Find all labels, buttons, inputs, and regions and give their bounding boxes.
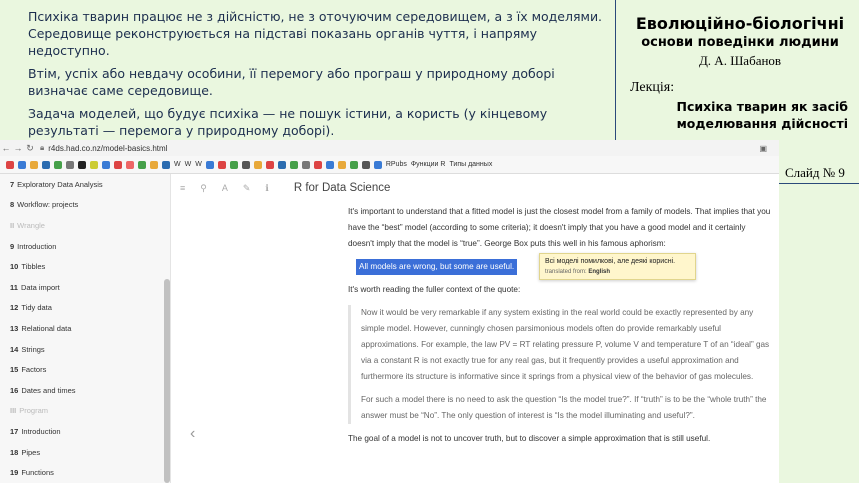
- bookmark-icon[interactable]: [241, 160, 250, 169]
- bookmark-w-1[interactable]: W: [174, 161, 181, 168]
- sidebar-item-data-import[interactable]: 11 Data import: [0, 277, 170, 298]
- highlighted-quote[interactable]: All models are wrong, but some are usefu…: [356, 259, 518, 275]
- bookmark-funktsii-r[interactable]: Функции R: [411, 161, 446, 168]
- bookmark-icon[interactable]: [138, 160, 146, 169]
- bookmark-icon[interactable]: [114, 160, 122, 169]
- address-bar: ← → ↻ 🔒︎ r4ds.had.co.nz/model-basics.htm…: [0, 140, 779, 156]
- bookmark-icon[interactable]: [301, 160, 310, 169]
- translation-tooltip: Всі моделі помилкові, але деякі корисні.…: [539, 253, 696, 280]
- bookmark-rpubs[interactable]: RPubs: [386, 161, 407, 168]
- bookmark-icon[interactable]: [373, 160, 382, 169]
- bookmark-icon[interactable]: [313, 160, 322, 169]
- extension-icon[interactable]: ▣: [759, 144, 767, 153]
- bookmark-icon[interactable]: [217, 160, 226, 169]
- slide-body-text: Психіка тварин працює не з дійсністю, не…: [28, 8, 608, 145]
- bookmark-icon[interactable]: [337, 160, 346, 169]
- info-icon[interactable]: ℹ: [265, 183, 268, 194]
- quote-paragraph-2: For such a model there is no need to ask…: [361, 395, 767, 420]
- bookmarks-bar: W W W RPubs Функции R Типы данных: [0, 156, 779, 174]
- book-sidebar: 7 Exploratory Data Analysis 8 Workflow: pr…: [0, 174, 171, 483]
- bookmark-icon[interactable]: [6, 160, 14, 169]
- bookmark-icon[interactable]: [150, 160, 158, 169]
- edit-icon[interactable]: ✎: [243, 183, 251, 194]
- bookmark-icon[interactable]: [277, 160, 286, 169]
- content-paragraph-2: It's worth reading the fuller context of…: [348, 285, 521, 294]
- content-paragraph-3: The goal of a model is not to uncover tr…: [348, 434, 711, 443]
- sidebar-item-pipes[interactable]: 18 Pipes: [0, 442, 170, 463]
- search-icon[interactable]: ⚲: [200, 183, 207, 194]
- bookmark-typy-dannykh[interactable]: Типы данных: [449, 161, 492, 168]
- tooltip-from-label: translated from:: [545, 269, 587, 275]
- bookmark-icon[interactable]: [54, 160, 62, 169]
- divider-horizontal: [779, 183, 859, 184]
- book-title: R for Data Science: [293, 182, 391, 194]
- url-input[interactable]: r4ds.had.co.nz/model-basics.html: [48, 144, 167, 153]
- bookmark-w-2[interactable]: W: [185, 161, 192, 168]
- bookmark-icon[interactable]: [42, 160, 50, 169]
- previous-page-icon[interactable]: ‹: [190, 425, 195, 443]
- sidebar-section-program: III Program: [10, 406, 49, 416]
- content-paragraph-1: It's important to understand that a fitt…: [348, 207, 771, 248]
- book-content: It's important to understand that a fitt…: [348, 204, 773, 454]
- tooltip-from-lang: English: [588, 269, 611, 275]
- bookmark-icon[interactable]: [126, 160, 134, 169]
- tooltip-translation: Всі моделі помилкові, але деякі корисні.: [545, 258, 676, 265]
- course-title-block: Еволюційно-біологічні основи поведінки л…: [626, 14, 854, 69]
- bookmark-icon[interactable]: [90, 160, 98, 169]
- back-icon[interactable]: ←: [0, 143, 12, 153]
- sidebar-section-wrangle: II Wrangle: [10, 220, 45, 230]
- sidebar-item-dates-and-times[interactable]: 16 Dates and times: [0, 380, 170, 401]
- bookmark-icon[interactable]: [30, 160, 38, 169]
- sidebar-item-introduction[interactable]: 9 Introduction: [0, 236, 170, 257]
- bookmark-icon[interactable]: [253, 160, 262, 169]
- bookmark-icon[interactable]: [18, 160, 26, 169]
- lecture-title: Психіка тварин як засіб моделювання дійс…: [676, 99, 848, 131]
- course-subtitle: основи поведінки людини: [641, 35, 839, 50]
- author-name: Д. А. Шабанов: [698, 53, 782, 68]
- bookmark-icon[interactable]: [265, 160, 274, 169]
- sidebar-item-strings[interactable]: 14 Strings: [0, 339, 170, 360]
- course-title: Еволюційно-біологічні: [635, 14, 845, 33]
- sidebar-item-exploratory-data-analysis[interactable]: 7 Exploratory Data Analysis: [0, 174, 170, 195]
- bookmark-icon[interactable]: [361, 160, 370, 169]
- book-toolbar: ≡ ⚲ A ✎ ℹ R for Data Science: [180, 180, 390, 196]
- sidebar-item-tibbles[interactable]: 10 Tibbles: [0, 256, 170, 277]
- bookmark-icon[interactable]: [349, 160, 358, 169]
- quote-paragraph-1: Now it would be very remarkable if any s…: [361, 308, 770, 381]
- sidebar-scrollbar[interactable]: [164, 279, 170, 483]
- lecture-label: Лекція:: [630, 80, 675, 95]
- sidebar-item-relational-data[interactable]: 13 Relational data: [0, 318, 170, 339]
- bookmark-icon[interactable]: [66, 160, 74, 169]
- sidebar-item-factors[interactable]: 15 Factors: [0, 359, 170, 380]
- sidebar-item-tidy-data[interactable]: 12 Tidy data: [0, 298, 170, 319]
- divider-vertical: [615, 0, 616, 140]
- sidebar-item-workflow-projects[interactable]: 8 Workflow: projects: [0, 195, 170, 216]
- bookmark-icon[interactable]: [229, 160, 238, 169]
- bookmark-icon[interactable]: [289, 160, 298, 169]
- sidebar-item-introduction-program[interactable]: 17 Introduction: [0, 421, 170, 442]
- browser-window: ← → ↻ 🔒︎ r4ds.had.co.nz/model-basics.htm…: [0, 140, 779, 483]
- blockquote: Now it would be very remarkable if any s…: [348, 305, 773, 424]
- slide-paragraph-2: Втім, успіх або невдачу особини, її пере…: [28, 66, 555, 98]
- slide-paragraph-1: Психіка тварин працює не з дійсністю, не…: [28, 9, 603, 58]
- slide-number: Слайд № 9: [785, 165, 845, 180]
- menu-icon[interactable]: ≡: [180, 183, 185, 193]
- bookmark-icon[interactable]: [78, 160, 86, 169]
- bookmark-icon[interactable]: [162, 160, 170, 169]
- lock-icon: 🔒︎: [40, 143, 45, 152]
- bookmark-icon[interactable]: [205, 160, 214, 169]
- font-settings-icon[interactable]: A: [222, 183, 228, 193]
- sidebar-item-functions[interactable]: 19 Functions: [0, 462, 170, 483]
- bookmark-w-3[interactable]: W: [195, 161, 202, 168]
- forward-icon[interactable]: →: [12, 143, 24, 153]
- reload-icon[interactable]: ↻: [24, 143, 36, 154]
- slide-paragraph-3: Задача моделей, що будує психіка — не по…: [28, 106, 548, 138]
- bookmark-icon[interactable]: [102, 160, 110, 169]
- bookmark-icon[interactable]: [325, 160, 334, 169]
